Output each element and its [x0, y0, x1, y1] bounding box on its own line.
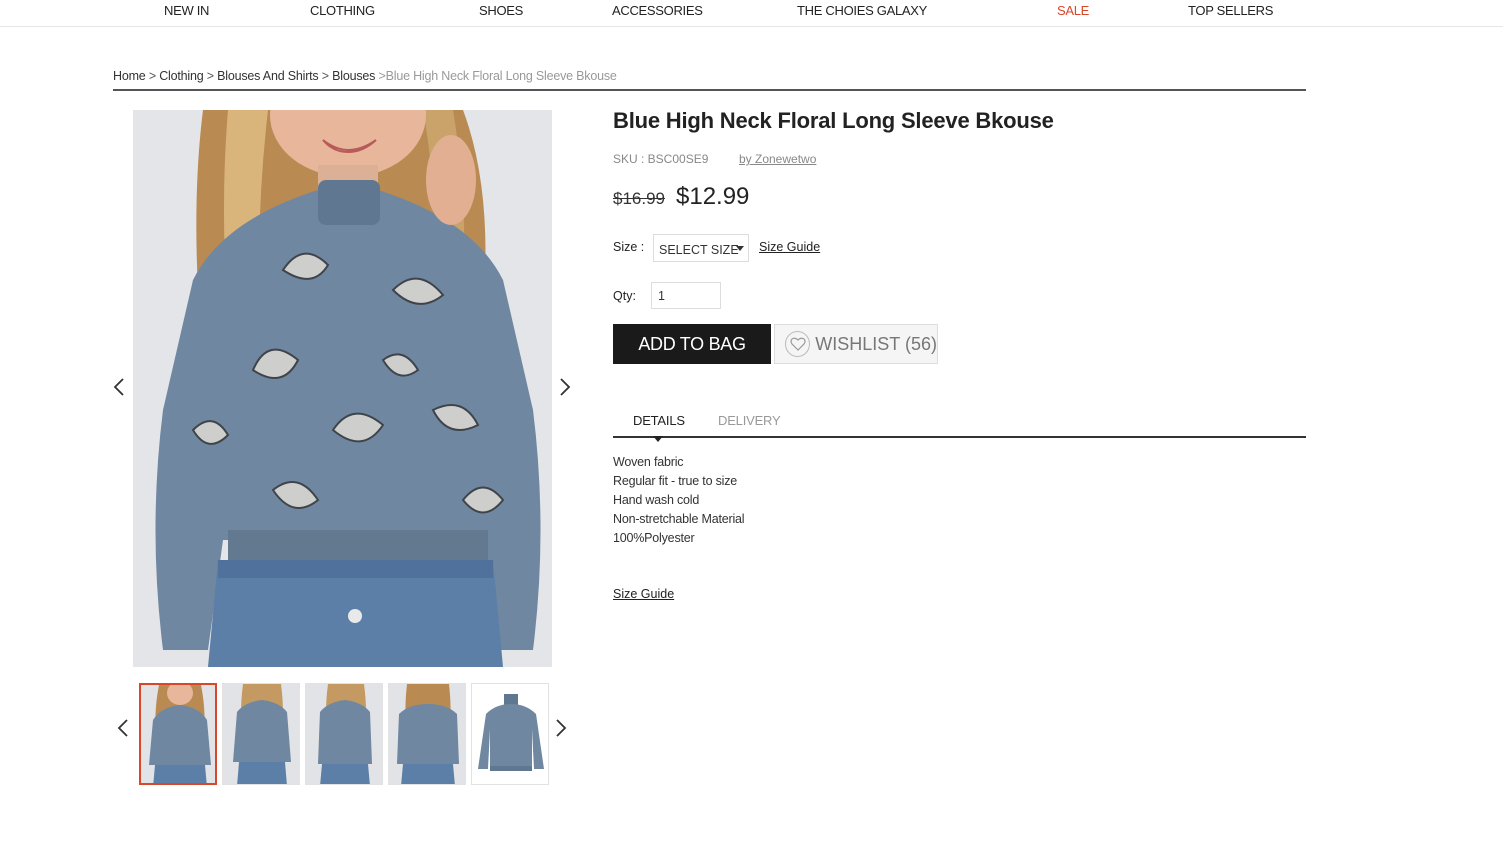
size-label: Size : [613, 240, 645, 254]
detail-item: Hand wash cold [613, 493, 700, 507]
product-sku: SKU : BSC00SE9 [613, 152, 709, 166]
gallery-next-icon[interactable] [557, 377, 573, 397]
details-list: Woven fabric Regular fit - true to size … [613, 453, 745, 548]
heart-icon [785, 331, 811, 357]
nav-clothing[interactable]: CLOTHING [310, 3, 375, 18]
breadcrumb-separator: > [321, 69, 329, 83]
nav-accessories[interactable]: ACCESSORIES [612, 3, 703, 18]
size-select[interactable]: SELECT SIZE [653, 234, 749, 262]
size-guide-link[interactable]: Size Guide [759, 240, 820, 254]
brand-link[interactable]: by Zonewetwo [739, 152, 816, 166]
nav-choies-galaxy[interactable]: THE CHOIES GALAXY [797, 3, 927, 18]
size-guide-link-bottom[interactable]: Size Guide [613, 587, 674, 601]
thumbnail-1[interactable] [139, 683, 217, 785]
thumbnail-5[interactable] [471, 683, 549, 785]
detail-item: Non-stretchable Material [613, 512, 745, 526]
nav-new-in[interactable]: NEW IN [164, 3, 209, 18]
nav-top-sellers[interactable]: TOP SELLERS [1188, 3, 1273, 18]
tab-indicator [653, 436, 663, 442]
nav-shoes[interactable]: SHOES [479, 3, 523, 18]
product-tabs: DETAILS DELIVERY [613, 404, 1306, 442]
thumbs-next-icon[interactable] [553, 718, 569, 738]
breadcrumb-home[interactable]: Home [113, 69, 146, 83]
breadcrumb-current: >Blue High Neck Floral Long Sleeve Bkous… [378, 69, 617, 83]
nav-sale[interactable]: SALE [1057, 3, 1089, 18]
qty-input[interactable] [651, 282, 721, 309]
breadcrumb-blouses-and-shirts[interactable]: Blouses And Shirts [217, 69, 319, 83]
breadcrumb-separator: > [206, 69, 214, 83]
wishlist-label: WISHLIST (56) [815, 333, 937, 354]
top-nav: NEW IN CLOTHING SHOES ACCESSORIES THE CH… [0, 0, 1503, 27]
add-to-bag-button[interactable]: ADD TO BAG [613, 324, 771, 364]
breadcrumb-clothing[interactable]: Clothing [159, 69, 203, 83]
product-main-image[interactable] [133, 110, 552, 667]
tab-delivery[interactable]: DELIVERY [718, 413, 781, 428]
gallery-prev-icon[interactable] [111, 377, 127, 397]
detail-item: Woven fabric [613, 455, 684, 469]
breadcrumb-blouses[interactable]: Blouses [332, 69, 375, 83]
product-title: Blue High Neck Floral Long Sleeve Bkouse [613, 108, 1054, 133]
detail-item: Regular fit - true to size [613, 474, 738, 488]
sale-price: $12.99 [676, 183, 750, 210]
breadcrumb-separator: > [148, 69, 156, 83]
thumbs-prev-icon[interactable] [115, 718, 131, 738]
qty-label: Qty: [613, 289, 636, 303]
tab-details[interactable]: DETAILS [633, 413, 685, 428]
caret-down-icon [736, 246, 744, 251]
thumbnail-4[interactable] [388, 683, 466, 785]
wishlist-button[interactable]: WISHLIST (56) [774, 324, 938, 364]
thumbnail-2[interactable] [222, 683, 300, 785]
thumbnail-3[interactable] [305, 683, 383, 785]
size-select-value: SELECT SIZE [659, 243, 739, 257]
breadcrumb: Home > Clothing > Blouses And Shirts > B… [113, 69, 1306, 91]
old-price: $16.99 [613, 189, 665, 208]
detail-item: 100%Polyester [613, 531, 695, 545]
